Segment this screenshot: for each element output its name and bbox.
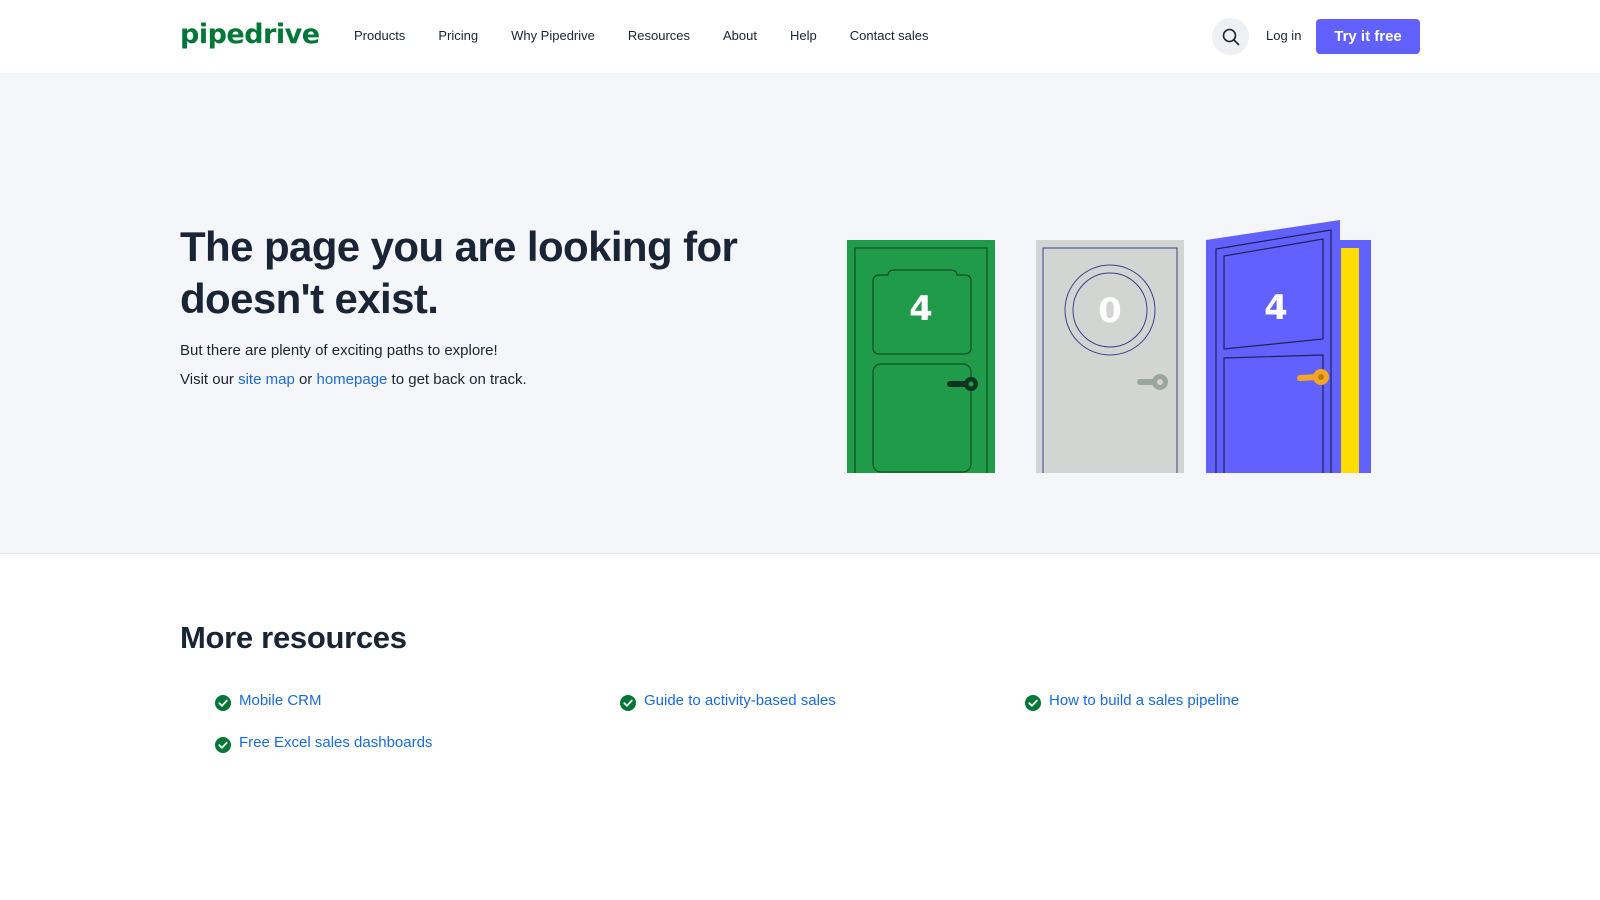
check-circle-icon	[620, 694, 636, 711]
check-circle-icon	[215, 736, 231, 753]
resource-link-excel-dashboards[interactable]: Free Excel sales dashboards	[239, 733, 432, 753]
resource-item[interactable]: Free Excel sales dashboards	[215, 733, 432, 753]
nav-contact-sales[interactable]: Contact sales	[850, 27, 929, 45]
door-digit-3: 4	[1264, 288, 1288, 328]
gray-door: 0	[1036, 240, 1184, 473]
login-link[interactable]: Log in	[1266, 27, 1301, 45]
door-digit-1: 4	[909, 289, 933, 329]
nav-products[interactable]: Products	[354, 27, 405, 45]
resource-link-activity-based-sales[interactable]: Guide to activity-based sales	[644, 691, 836, 711]
help-text-mid: or	[294, 371, 317, 388]
site-map-link[interactable]: site map	[238, 371, 295, 388]
page-title: The page you are looking for doesn't exi…	[180, 223, 738, 322]
resource-item[interactable]: Guide to activity-based sales	[620, 691, 836, 711]
search-button[interactable]	[1212, 18, 1249, 55]
doors-illustration: 4 0 4	[847, 220, 1371, 473]
help-text-prefix: Visit our	[180, 371, 239, 388]
resource-link-mobile-crm[interactable]: Mobile CRM	[239, 691, 322, 711]
pipedrive-logo[interactable]: pipedrive	[180, 18, 320, 52]
door-digit-2: 0	[1098, 291, 1122, 331]
more-resources-title: More resources	[180, 620, 407, 655]
help-text-suffix: to get back on track.	[387, 371, 527, 388]
green-door: 4	[847, 240, 995, 473]
search-icon	[1222, 28, 1239, 45]
hero-help-text: Visit our site map or homepage to get ba…	[180, 370, 527, 390]
purple-open-door: 4	[1206, 220, 1371, 473]
check-circle-icon	[215, 694, 231, 711]
check-circle-icon	[1025, 694, 1041, 711]
resource-item[interactable]: Mobile CRM	[215, 691, 322, 711]
nav-resources[interactable]: Resources	[628, 27, 690, 45]
resource-item[interactable]: How to build a sales pipeline	[1025, 691, 1239, 711]
homepage-link[interactable]: homepage	[316, 371, 387, 388]
hero-subtitle: But there are plenty of exciting paths t…	[180, 342, 498, 359]
main-nav: Products Pricing Why Pipedrive Resources…	[354, 27, 962, 45]
nav-help[interactable]: Help	[790, 27, 817, 45]
site-header: pipedrive Products Pricing Why Pipedrive…	[0, 0, 1600, 73]
nav-why-pipedrive[interactable]: Why Pipedrive	[511, 27, 595, 45]
resource-link-sales-pipeline[interactable]: How to build a sales pipeline	[1049, 691, 1239, 711]
hero-section: The page you are looking for doesn't exi…	[0, 73, 1600, 554]
nav-pricing[interactable]: Pricing	[438, 27, 478, 45]
try-it-free-button[interactable]: Try it free	[1316, 19, 1420, 54]
nav-about[interactable]: About	[723, 27, 757, 45]
